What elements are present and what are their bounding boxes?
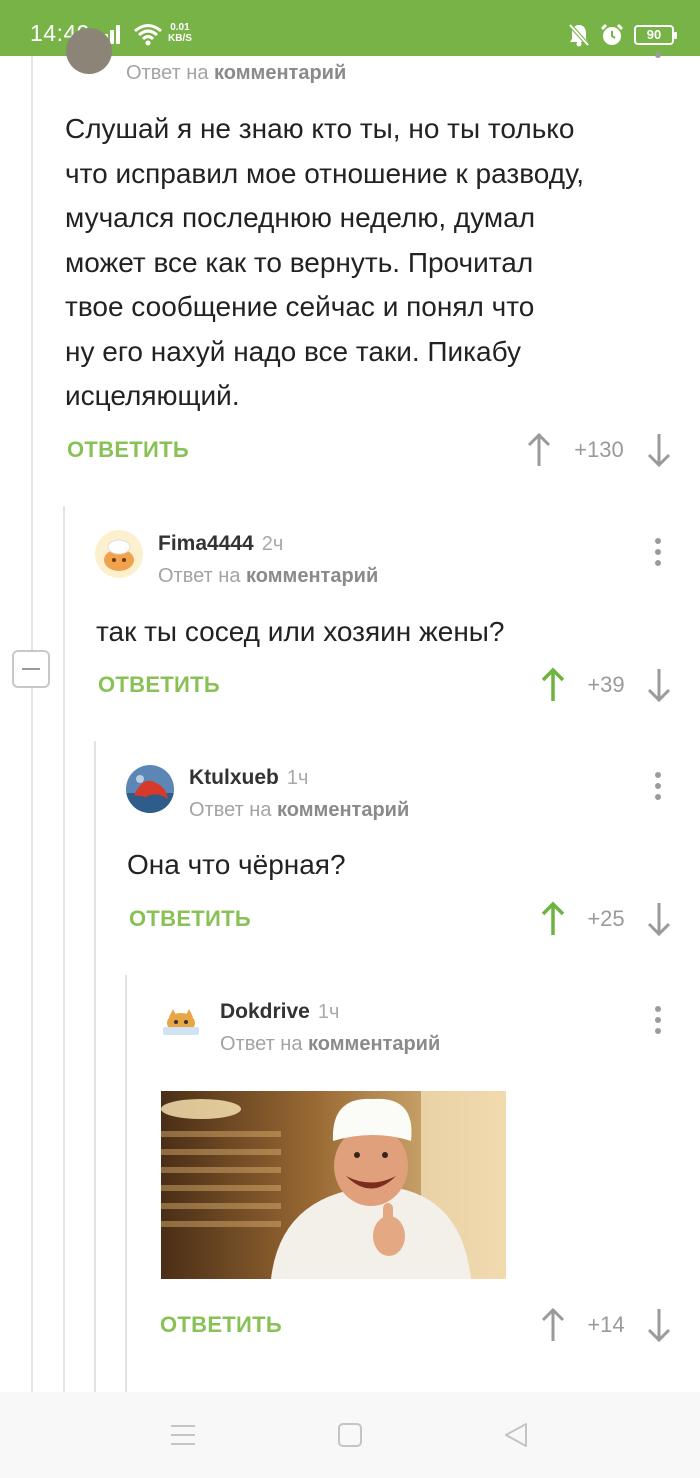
comment-author[interactable]: Ktulxueb 1ч: [189, 766, 308, 790]
reply-button[interactable]: ОТВЕТИТЬ: [129, 906, 251, 932]
system-navigation-bar: [0, 1392, 700, 1478]
avatar[interactable]: [126, 765, 174, 813]
comment-text: Слушай я не знаю кто ты, но ты только чт…: [65, 113, 585, 411]
reply-button[interactable]: ОТВЕТИТЬ: [160, 1312, 282, 1338]
battery-icon: 90: [634, 25, 677, 45]
reply-button[interactable]: ОТВЕТИТЬ: [98, 672, 220, 698]
comment-rating: +14: [587, 1312, 625, 1337]
upvote-arrow-icon[interactable]: [540, 901, 566, 937]
recent-apps-icon[interactable]: [170, 1422, 196, 1448]
downvote-arrow-icon[interactable]: [646, 667, 672, 703]
upvote-arrow-icon[interactable]: [526, 432, 552, 468]
thread-line: [125, 975, 127, 1392]
thread-line: [63, 506, 65, 1392]
comment-gif-image[interactable]: [161, 1091, 506, 1279]
more-options-icon[interactable]: [648, 770, 668, 802]
reply-to-link[interactable]: Ответ на комментарий: [220, 1033, 440, 1056]
reply-to-link[interactable]: Ответ на комментарий: [189, 799, 409, 822]
comment-rating: +25: [587, 906, 625, 931]
downvote-arrow-icon[interactable]: [646, 1307, 672, 1343]
comment-time: 1ч: [317, 1001, 340, 1023]
more-options-icon[interactable]: [648, 536, 668, 568]
avatar[interactable]: [157, 999, 205, 1047]
comment-text: так ты сосед или хозяин жены?: [96, 616, 505, 647]
home-icon[interactable]: [337, 1422, 363, 1448]
upvote-arrow-icon[interactable]: [540, 1307, 566, 1343]
downvote-arrow-icon[interactable]: [646, 901, 672, 937]
thread-line: [31, 688, 33, 1392]
mute-notifications-icon: [568, 23, 590, 47]
downvote-arrow-icon[interactable]: [646, 432, 672, 468]
thread-line: [94, 741, 96, 1392]
wifi-icon: [134, 24, 162, 46]
thread-line: [31, 56, 33, 650]
avatar[interactable]: [95, 530, 143, 578]
reply-to-link[interactable]: Ответ на комментарий: [158, 565, 378, 588]
reply-button[interactable]: ОТВЕТИТЬ: [67, 437, 189, 463]
comment-rating: +130: [574, 437, 624, 462]
collapse-thread-button[interactable]: [12, 650, 50, 688]
comment-text: Она что чёрная?: [127, 849, 346, 880]
network-speed: 0.01 KB/S: [168, 22, 192, 44]
more-options-icon[interactable]: [648, 1004, 668, 1036]
comment-time: 2ч: [261, 533, 284, 555]
upvote-arrow-icon[interactable]: [540, 667, 566, 703]
avatar[interactable]: [66, 28, 112, 74]
comment-author[interactable]: Fima4444 2ч: [158, 532, 283, 556]
comment-rating: +39: [587, 672, 625, 697]
alarm-icon: [600, 23, 624, 45]
reply-to-link[interactable]: Ответ на комментарий: [126, 62, 346, 85]
comment-author[interactable]: Dokdrive 1ч: [220, 1000, 339, 1024]
more-options-icon[interactable]: [648, 46, 668, 64]
back-icon[interactable]: [503, 1422, 529, 1448]
comment-time: 1ч: [286, 767, 309, 789]
